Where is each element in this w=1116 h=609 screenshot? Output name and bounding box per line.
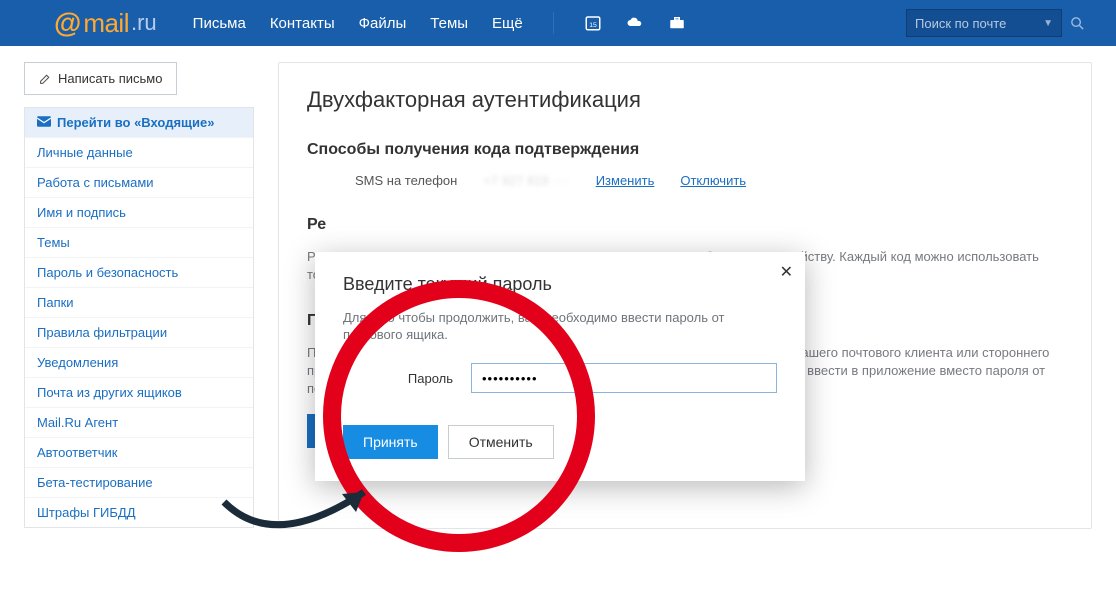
- calendar-icon[interactable]: 15: [584, 14, 602, 32]
- logo-at-icon: @: [54, 7, 81, 39]
- briefcase-icon[interactable]: [668, 14, 686, 32]
- sidebar-item-0[interactable]: Перейти во «Входящие»: [25, 108, 253, 137]
- sidebar-item-8[interactable]: Уведомления: [25, 347, 253, 377]
- password-label: Пароль: [343, 371, 453, 386]
- nav-mail[interactable]: Письма: [193, 15, 246, 32]
- inbox-icon: [37, 115, 51, 130]
- sidebar-item-label: Работа с письмами: [37, 175, 154, 190]
- sidebar-item-4[interactable]: Темы: [25, 227, 253, 257]
- sidebar-item-11[interactable]: Автоответчик: [25, 437, 253, 467]
- nav-themes[interactable]: Темы: [430, 15, 468, 32]
- compose-icon: [39, 72, 52, 85]
- accept-button[interactable]: Принять: [343, 425, 438, 459]
- modal-title: Введите текущий пароль: [343, 274, 777, 295]
- logo[interactable]: @ mail .ru: [54, 7, 157, 39]
- nav-contacts[interactable]: Контакты: [270, 15, 335, 32]
- sidebar-item-label: Бета-тестирование: [37, 475, 153, 490]
- method-disable-link[interactable]: Отключить: [680, 173, 746, 188]
- compose-button[interactable]: Написать письмо: [24, 62, 177, 95]
- search-icon: [1069, 15, 1086, 32]
- sidebar-item-12[interactable]: Бета-тестирование: [25, 467, 253, 497]
- search-button[interactable]: [1062, 9, 1092, 37]
- page-title: Двухфакторная аутентификация: [307, 87, 1063, 113]
- svg-text:15: 15: [589, 22, 597, 29]
- sidebar-item-label: Перейти во «Входящие»: [57, 115, 214, 130]
- sidebar-item-label: Mail.Ru Агент: [37, 415, 118, 430]
- sidebar-item-5[interactable]: Пароль и безопасность: [25, 257, 253, 287]
- cloud-icon[interactable]: [626, 14, 644, 32]
- password-row: Пароль: [343, 363, 777, 393]
- search-dropdown-icon[interactable]: ▼: [1043, 18, 1053, 29]
- sidebar-item-9[interactable]: Почта из других ящиков: [25, 377, 253, 407]
- sidebar: Написать письмо Перейти во «Входящие» Лич…: [24, 62, 254, 529]
- methods-heading: Способы получения кода подтверждения: [307, 141, 1063, 159]
- sidebar-item-label: Автоответчик: [37, 445, 117, 460]
- password-input[interactable]: [471, 363, 777, 393]
- sidebar-item-label: Штрафы ГИБДД: [37, 505, 136, 520]
- method-change-link[interactable]: Изменить: [596, 173, 655, 188]
- sidebar-item-label: Папки: [37, 295, 74, 310]
- top-header: @ mail .ru Письма Контакты Файлы Темы Ещ…: [0, 0, 1116, 46]
- sidebar-item-label: Почта из других ящиков: [37, 385, 182, 400]
- search-input[interactable]: Поиск по почте ▼: [906, 9, 1062, 37]
- nav-more[interactable]: Ещё: [492, 15, 523, 32]
- modal-actions: Принять Отменить: [343, 425, 777, 459]
- sidebar-item-2[interactable]: Работа с письмами: [25, 167, 253, 197]
- sidebar-item-1[interactable]: Личные данные: [25, 137, 253, 167]
- modal-close-button[interactable]: ✕: [780, 262, 793, 282]
- logo-text: mail: [83, 8, 129, 39]
- modal-description: Для того чтобы продолжить, вам необходим…: [343, 309, 777, 343]
- nav-separator: [553, 12, 554, 34]
- backup-heading: Ре: [307, 216, 1063, 234]
- password-modal: ✕ Введите текущий пароль Для того чтобы …: [315, 252, 805, 481]
- sidebar-item-label: Уведомления: [37, 355, 118, 370]
- sidebar-item-label: Пароль и безопасность: [37, 265, 178, 280]
- sidebar-item-6[interactable]: Папки: [25, 287, 253, 317]
- logo-ru: .ru: [131, 10, 157, 36]
- search-area: Поиск по почте ▼: [906, 9, 1092, 37]
- sidebar-item-7[interactable]: Правила фильтрации: [25, 317, 253, 347]
- sidebar-item-label: Темы: [37, 235, 70, 250]
- sidebar-list: Перейти во «Входящие» Личные данные Работа…: [24, 107, 254, 528]
- sidebar-item-label: Личные данные: [37, 145, 133, 160]
- compose-label: Написать письмо: [58, 71, 162, 86]
- method-phone-masked: +7 927 819 ····: [483, 173, 569, 188]
- sidebar-item-label: Имя и подпись: [37, 205, 126, 220]
- cancel-button[interactable]: Отменить: [448, 425, 554, 459]
- sidebar-item-13[interactable]: Штрафы ГИБДД: [25, 497, 253, 527]
- method-kind: SMS на телефон: [355, 173, 457, 188]
- sidebar-item-3[interactable]: Имя и подпись: [25, 197, 253, 227]
- sidebar-item-label: Правила фильтрации: [37, 325, 167, 340]
- search-placeholder: Поиск по почте: [915, 16, 1006, 31]
- close-icon: ✕: [780, 264, 793, 281]
- sidebar-item-10[interactable]: Mail.Ru Агент: [25, 407, 253, 437]
- method-row: SMS на телефон +7 927 819 ···· Изменить …: [307, 173, 1063, 188]
- top-nav: Письма Контакты Файлы Темы Ещё 15: [193, 0, 686, 46]
- nav-files[interactable]: Файлы: [359, 15, 407, 32]
